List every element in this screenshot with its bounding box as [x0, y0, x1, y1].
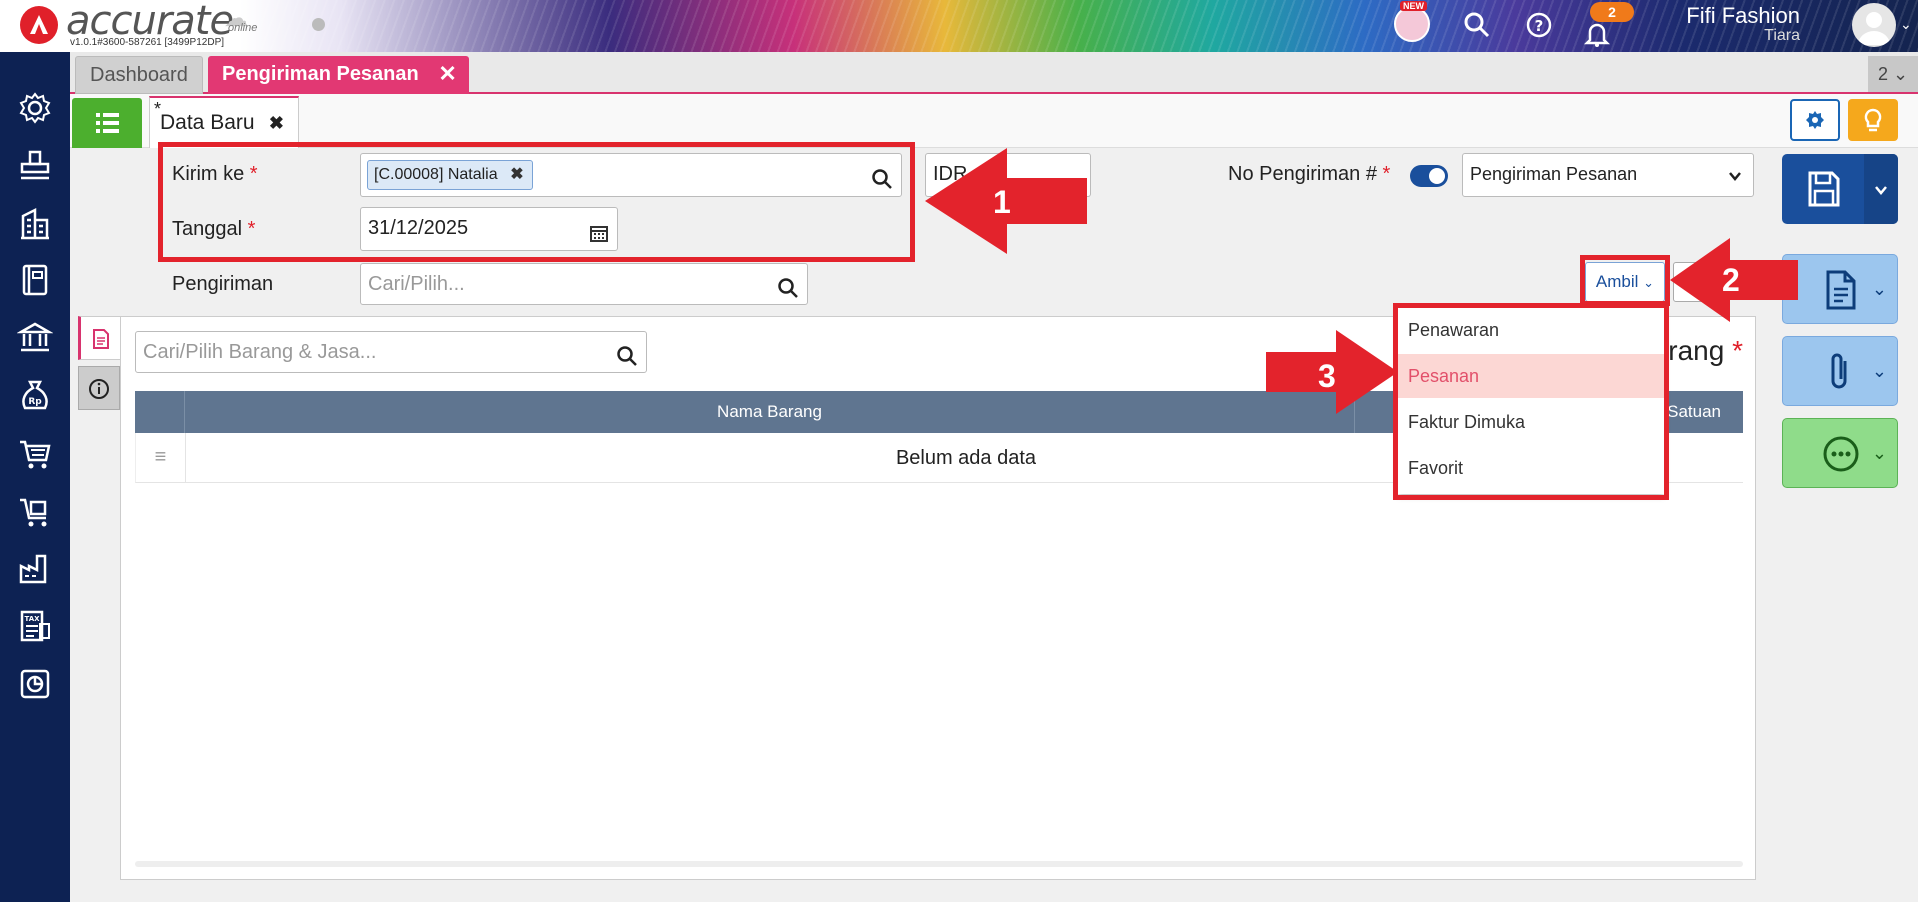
cart-icon[interactable]: [17, 436, 53, 472]
annotation-box-1: [158, 142, 915, 262]
chevron-down-icon: ⌄: [1871, 279, 1887, 299]
panel-title-text: rang: [1668, 335, 1725, 366]
more-options-button[interactable]: ⌄: [1782, 418, 1898, 488]
pengiriman-placeholder: Cari/Pilih...: [368, 273, 465, 295]
search-icon[interactable]: [777, 273, 799, 313]
settings-button[interactable]: [1790, 99, 1840, 141]
svg-text:?: ?: [1535, 17, 1544, 35]
user-name: Tiara: [1764, 27, 1800, 44]
save-button[interactable]: [1782, 154, 1898, 224]
factory-icon[interactable]: [17, 550, 53, 586]
stamp-icon[interactable]: [17, 148, 53, 184]
tab-pengiriman-pesanan[interactable]: Pengiriman Pesanan ✕: [208, 56, 469, 94]
bank-icon[interactable]: [16, 320, 54, 356]
report-icon[interactable]: [17, 666, 53, 702]
required-mark: *: [1382, 163, 1391, 185]
tab-count-value: 2: [1877, 64, 1888, 84]
attachment-button[interactable]: ⌄: [1782, 336, 1898, 406]
horizontal-scrollbar[interactable]: [135, 861, 1743, 867]
no-pengiriman-label: No Pengiriman # *: [1228, 163, 1390, 186]
gear-icon[interactable]: [17, 90, 53, 126]
status-dot: [312, 18, 325, 31]
tab-detail-barang[interactable]: [78, 316, 120, 360]
item-search-placeholder: Cari/Pilih Barang & Jasa...: [143, 341, 377, 363]
no-pengiriman-text: No Pengiriman #: [1228, 163, 1377, 185]
search-icon[interactable]: [1462, 10, 1492, 40]
annotation-box-2: [1580, 255, 1670, 306]
column-nama-barang[interactable]: Nama Barang: [185, 391, 1355, 433]
list-view-button[interactable]: [72, 98, 142, 148]
sub-toolbar: * Data Baru ✖: [70, 94, 1918, 148]
sidebar: Rp TAX: [0, 52, 70, 902]
annotation-box-3: [1393, 303, 1669, 500]
panel-title: rang *: [1668, 335, 1743, 367]
logo-sub: online: [228, 22, 258, 34]
close-icon[interactable]: ✕: [438, 56, 456, 92]
pengiriman-field[interactable]: Cari/Pilih...: [360, 263, 808, 305]
chevron-down-icon[interactable]: ⌄: [1900, 16, 1912, 33]
close-icon[interactable]: ✖: [269, 98, 284, 148]
data-tab-label: Data Baru: [160, 111, 255, 134]
accurate-logo-icon[interactable]: [20, 6, 58, 44]
auto-number-toggle[interactable]: [1410, 165, 1448, 187]
required-mark: *: [1732, 335, 1743, 366]
book-icon[interactable]: [17, 262, 53, 298]
drag-handle-icon: ≡: [136, 433, 186, 483]
tab-strip: Dashboard Pengiriman Pesanan ✕ 2 ⌄: [70, 52, 1918, 94]
whats-new-icon[interactable]: [1394, 6, 1430, 42]
cart-box-icon[interactable]: [17, 494, 53, 530]
svg-text:TAX: TAX: [24, 615, 40, 623]
top-bar: accurate ☁ online v1.0.1#3600-587261 [34…: [0, 0, 1918, 52]
notification-badge: 2: [1590, 2, 1634, 22]
pengiriman-label: Pengiriman: [172, 273, 274, 295]
no-pengiriman-type-value: Pengiriman Pesanan: [1470, 164, 1638, 184]
svg-text:Rp: Rp: [28, 397, 42, 407]
handle-column: [135, 391, 185, 433]
bell-icon[interactable]: [1582, 20, 1612, 50]
money-bag-icon[interactable]: Rp: [17, 378, 53, 414]
tab-info[interactable]: [78, 366, 120, 410]
tab-label: Pengiriman Pesanan: [222, 63, 419, 85]
building-icon[interactable]: [17, 206, 53, 242]
help-icon[interactable]: ?: [1524, 10, 1554, 40]
chevron-down-icon: [1727, 160, 1743, 200]
header-banner: [240, 0, 1918, 52]
item-search-input[interactable]: Cari/Pilih Barang & Jasa...: [135, 331, 647, 373]
tab-dashboard[interactable]: Dashboard: [75, 56, 203, 94]
tab-data-baru[interactable]: * Data Baru ✖: [149, 96, 299, 148]
annotation-number-1: 1: [993, 184, 1011, 220]
column-satuan[interactable]: Satuan: [1667, 391, 1721, 433]
chevron-down-icon: ⌄: [1871, 443, 1887, 463]
new-badge: NEW: [1400, 1, 1427, 11]
chevron-down-icon: ⌄: [1871, 361, 1887, 381]
modified-marker: *: [154, 99, 162, 119]
search-icon[interactable]: [616, 341, 638, 381]
company-name[interactable]: Fifi Fashion: [1686, 3, 1800, 29]
version-label: v1.0.1#3600-587261 [3499P12DP]: [70, 37, 225, 48]
tax-icon[interactable]: TAX: [17, 608, 53, 644]
annotation-number-2: 2: [1722, 262, 1740, 298]
tips-button[interactable]: [1848, 99, 1898, 141]
open-tab-count[interactable]: 2 ⌄: [1868, 56, 1918, 92]
avatar[interactable]: [1852, 3, 1896, 47]
annotation-number-3: 3: [1318, 358, 1336, 394]
save-options-toggle[interactable]: [1864, 154, 1898, 224]
no-pengiriman-type-select[interactable]: Pengiriman Pesanan: [1462, 153, 1754, 197]
